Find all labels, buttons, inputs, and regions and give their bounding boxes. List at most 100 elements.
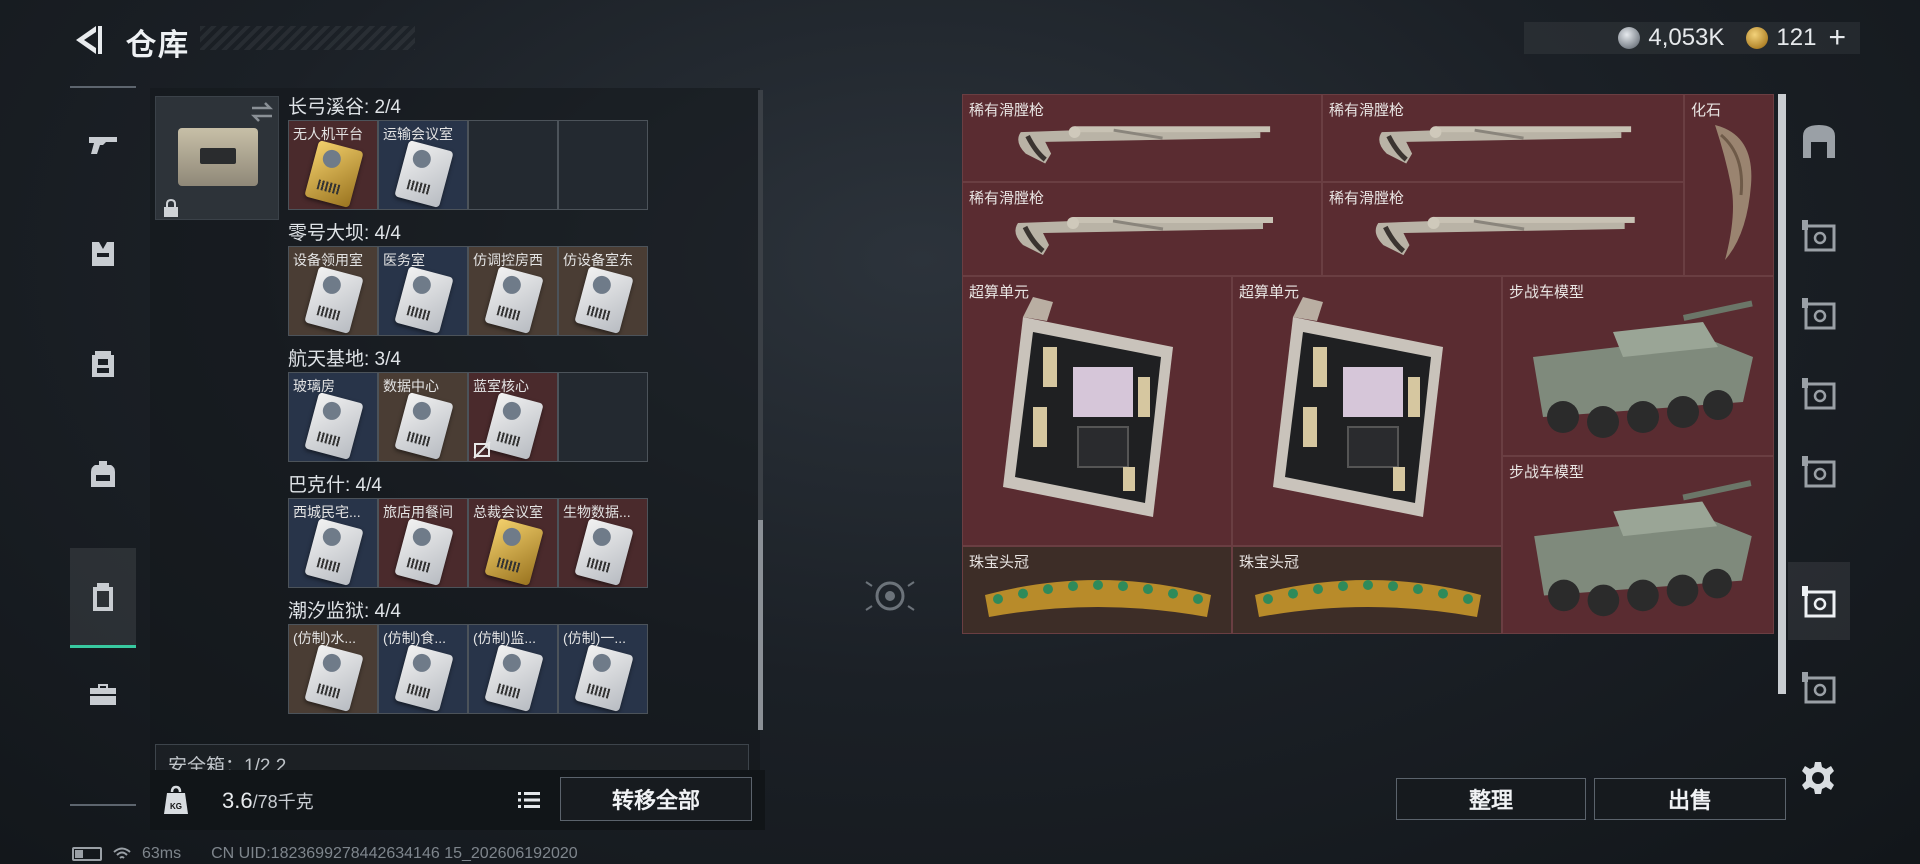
- keycard-icon: [394, 644, 454, 712]
- keycard-name: 玻璃房: [293, 378, 335, 394]
- storage-tab[interactable]: [1788, 354, 1850, 432]
- loot-item[interactable]: 超算单元: [1232, 276, 1502, 546]
- weight-current: 3.6: [222, 788, 253, 813]
- add-currency-icon[interactable]: +: [1828, 23, 1846, 53]
- keycard-slot[interactable]: (仿制)一...: [558, 624, 648, 714]
- keycard-slot[interactable]: 运输会议室: [378, 120, 468, 210]
- keycard-slot[interactable]: 设备领用室: [288, 246, 378, 336]
- storage-tier-2-add-icon: [1802, 298, 1836, 330]
- armor-vest-icon: [92, 242, 114, 266]
- storage-tab[interactable]: [1788, 102, 1850, 180]
- supercomputer-board-icon: [1273, 297, 1443, 517]
- loot-item[interactable]: 稀有滑膛枪: [1322, 182, 1684, 276]
- group-title: 长弓溪谷: 2/4: [288, 97, 401, 118]
- list-view-button[interactable]: [512, 783, 546, 817]
- keycard-slot[interactable]: 旅店用餐间: [378, 498, 468, 588]
- storage-tab[interactable]: [1788, 562, 1850, 640]
- nav-toolbox[interactable]: [70, 644, 136, 744]
- keycard-slot[interactable]: 数据中心: [378, 372, 468, 462]
- nav-armor[interactable]: [70, 204, 136, 304]
- storage-tier-2-icon: [1802, 220, 1836, 252]
- keycard-icon: [574, 266, 634, 334]
- keycard-slot[interactable]: (仿制)水...: [288, 624, 378, 714]
- scrollbar-thumb[interactable]: [758, 520, 763, 730]
- storage-tab[interactable]: [1788, 432, 1850, 510]
- loot-item[interactable]: 珠宝头冠: [962, 546, 1232, 634]
- loot-item-name: 稀有滑膛枪: [969, 102, 1045, 119]
- storage-tab[interactable]: [1788, 648, 1850, 726]
- loot-item[interactable]: 步战车模型: [1502, 276, 1774, 456]
- loot-item[interactable]: 珠宝头冠: [1232, 546, 1502, 634]
- keycard-icon: [484, 644, 544, 712]
- nav-weapon[interactable]: [70, 94, 136, 194]
- chest-rig-icon: [92, 351, 114, 377]
- sell-button[interactable]: 出售: [1594, 778, 1786, 820]
- transfer-all-button[interactable]: 转移全部: [560, 777, 752, 821]
- loot-item-name: 珠宝头冠: [1239, 554, 1300, 571]
- keycard-name: 设备领用室: [293, 252, 363, 268]
- svg-text:KG: KG: [170, 802, 182, 811]
- empty-key-slot[interactable]: [558, 120, 648, 210]
- storage-tab[interactable]: [1788, 274, 1850, 352]
- title-decoration: [200, 26, 415, 50]
- weight-display: 3.6/78千克: [222, 788, 314, 814]
- keycard-name: (仿制)食...: [383, 630, 446, 646]
- swap-icon[interactable]: [248, 100, 276, 124]
- loot-item[interactable]: 稀有滑膛枪: [962, 182, 1322, 276]
- empty-key-slot[interactable]: [558, 372, 648, 462]
- nav-storage[interactable]: [70, 548, 136, 648]
- empty-key-slot[interactable]: [468, 120, 558, 210]
- sort-button[interactable]: 整理: [1396, 778, 1586, 820]
- loot-item[interactable]: 超算单元: [962, 276, 1232, 546]
- keycard-name: 仿调控房西: [473, 252, 543, 268]
- silver-coin-icon: [1618, 27, 1641, 49]
- keycard-slot[interactable]: 西城民宅...: [288, 498, 378, 588]
- ping-value: 63ms: [142, 845, 182, 862]
- ifv-model-icon: [1534, 480, 1752, 617]
- keycard-icon: [394, 518, 454, 586]
- gear-icon[interactable]: [1800, 760, 1836, 796]
- keycard-slot[interactable]: 仿设备室东: [558, 246, 648, 336]
- keycard-icon: [394, 392, 454, 460]
- keycard-slot[interactable]: 医务室: [378, 246, 468, 336]
- keycard-name: 无人机平台: [293, 126, 363, 142]
- category-nav: [70, 86, 136, 806]
- nav-backpack[interactable]: [70, 424, 136, 524]
- keycard-icon: [574, 518, 634, 586]
- keycard-slot[interactable]: (仿制)监...: [468, 624, 558, 714]
- loot-item[interactable]: 化石: [1684, 94, 1774, 276]
- keycard-slot[interactable]: 总裁会议室: [468, 498, 558, 588]
- storage-tier-3b-icon: [1802, 456, 1836, 488]
- keycard-icon: [484, 266, 544, 334]
- side-scroll-thumb[interactable]: [1778, 94, 1786, 694]
- back-arrow-icon[interactable]: [68, 20, 108, 60]
- loot-item-name: 步战车模型: [1509, 464, 1585, 481]
- keycard-slot[interactable]: 无人机平台: [288, 120, 378, 210]
- loot-item[interactable]: 步战车模型: [1502, 456, 1774, 634]
- loot-item[interactable]: 稀有滑膛枪: [1322, 94, 1684, 182]
- nav-divider: [70, 86, 136, 88]
- keycard-name: 运输会议室: [383, 126, 453, 142]
- group-title: 潮汐监狱: 4/4: [288, 601, 401, 622]
- keycard-slot[interactable]: 生物数据...: [558, 498, 648, 588]
- keycard-icon: [484, 392, 544, 460]
- target-reticle-icon: [865, 581, 915, 611]
- keycard-icon: [394, 140, 454, 208]
- nav-chest-rig[interactable]: [70, 314, 136, 414]
- keycard-slot[interactable]: 仿调控房西: [468, 246, 558, 336]
- keycard-icon: [304, 266, 364, 334]
- storage-tab[interactable]: [1788, 196, 1850, 274]
- storage-tier-3-icon: [1802, 378, 1836, 410]
- keycard-icon: [304, 140, 364, 208]
- nav-divider: [70, 804, 136, 806]
- gold-amount: 121: [1776, 24, 1817, 51]
- loot-item[interactable]: 稀有滑膛枪: [962, 94, 1322, 182]
- keycard-slot[interactable]: (仿制)食...: [378, 624, 468, 714]
- keycard-name: (仿制)水...: [293, 630, 356, 646]
- gun-icon: [89, 137, 117, 154]
- keycard-name: 蓝室核心: [473, 378, 529, 394]
- currency-bar: 4,053K 121 +: [1524, 22, 1860, 54]
- keycard-name: (仿制)监...: [473, 630, 536, 646]
- supercomputer-board-icon: [1003, 297, 1173, 517]
- keycard-slot[interactable]: 玻璃房: [288, 372, 378, 462]
